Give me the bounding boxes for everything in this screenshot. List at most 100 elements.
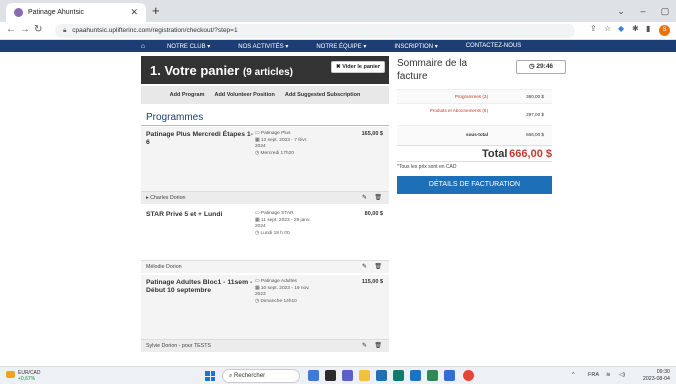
app-icon-edge[interactable] [393, 370, 404, 381]
clock-icon: ◷ [255, 230, 260, 236]
program-details: ▭ Patinage Adultes ▦ 10 sept. 2023 - 19 … [255, 279, 310, 304]
summary-label: sous-total [466, 132, 488, 137]
tray-chevron-up-icon[interactable]: ^ [572, 372, 575, 378]
forward-icon[interactable]: → [20, 24, 30, 35]
back-icon[interactable]: ← [6, 24, 16, 35]
app-icon-store[interactable] [376, 370, 387, 381]
nav-item-team[interactable]: NOTRE ÉQUIPE ▾ [316, 43, 366, 50]
billing-details-button[interactable]: DÉTAILS DE FACTURATION [397, 176, 552, 194]
summary-label[interactable]: Produits et Abonnements (6) [428, 108, 488, 115]
wifi-icon[interactable]: ≋ [606, 372, 611, 378]
bookmark-star-icon[interactable]: ☆ [604, 24, 611, 33]
minimize-icon[interactable]: – [632, 6, 654, 16]
cart-title: 1. Votre panier (9 articles) [150, 63, 293, 78]
nav-item-activities[interactable]: NOS ACTIVITÉS ▾ [238, 43, 288, 50]
total-row: Total 666,00 $ [397, 145, 552, 162]
program-price: 165,00 $ [361, 131, 383, 137]
os-taskbar: EUR/CAD +0,67% ⌕ Rechercher ^ FRA ≋ ◁) 0… [0, 366, 676, 384]
total-label: Total [482, 148, 508, 160]
chevron-down-icon: ▾ [363, 43, 367, 50]
profile-avatar[interactable]: S [659, 25, 670, 36]
tab-search-icon[interactable]: ⌄ [610, 6, 632, 17]
empty-cart-button[interactable]: ✖ Vider le panier [331, 61, 385, 73]
edit-icon[interactable]: ✎ [362, 261, 367, 274]
app-icon-explorer[interactable] [359, 370, 370, 381]
app-icon-teams[interactable] [342, 370, 353, 381]
ticker-widget[interactable]: EUR/CAD +0,67% [6, 370, 41, 382]
cart-header: 1. Votre panier (9 articles) ✖ Vider le … [141, 56, 389, 84]
share-icon[interactable]: ⇪ [590, 24, 597, 33]
nav-item-club[interactable]: NOTRE CLUB ▾ [167, 43, 210, 50]
ticker-icon [6, 371, 15, 378]
trash-icon[interactable]: 🗑︎ [374, 192, 382, 205]
participant-row: Sylvie Dorion - pour TESTS ✎ 🗑︎ [141, 339, 389, 352]
tag-icon: ▭ [255, 211, 260, 216]
summary-row: Produits et Abonnements (6) 297,00 $ [397, 103, 552, 125]
summary-label[interactable]: Programmes (3) [455, 94, 488, 101]
chevron-down-icon: ▾ [434, 43, 438, 50]
chevron-down-icon: ▾ [207, 43, 211, 50]
expand-caret-icon[interactable]: ▸ [146, 195, 149, 201]
cart-actions: Add Program Add Volunteer Position Add S… [141, 86, 389, 104]
trash-icon[interactable]: 🗑︎ [374, 340, 382, 353]
program-item: Patinage Plus Mercredi Étapes 1-6 ▭ Pati… [141, 127, 389, 205]
summary-value: 360,00 $ [526, 94, 544, 99]
program-item: Patinage Adultes Bloc1 - 11sem - Début 1… [141, 275, 389, 355]
nav-item-contact[interactable]: CONTACTEZ-NOUS [466, 43, 522, 49]
lock-icon: 🔒︎ [63, 27, 67, 34]
maximize-icon[interactable]: ▢ [654, 6, 676, 17]
edit-icon[interactable]: ✎ [362, 340, 367, 353]
extensions-puzzle-icon[interactable]: ✱ [632, 24, 639, 33]
windows-start-icon[interactable] [205, 371, 215, 381]
new-tab-button[interactable]: + [152, 3, 160, 18]
summary-value: 297,00 $ [526, 112, 544, 117]
sidepanel-icon[interactable]: ▮ [646, 24, 650, 33]
participant-name: Mélodie Dorion [146, 264, 182, 270]
program-item: STAR Privé 5 et + Lundi ▭ Patinage STAR … [141, 207, 389, 273]
language-indicator[interactable]: FRA [588, 372, 599, 378]
program-name: Patinage Adultes Bloc1 - 11sem - Début 1… [146, 279, 253, 294]
volume-icon[interactable]: ◁) [619, 372, 625, 378]
add-volunteer-button[interactable]: Add Volunteer Position [210, 88, 279, 102]
program-details: ▭ Patinage STAR ▦ 11 sept. 2023 - 29 jan… [255, 211, 311, 236]
clock-icon: ◷ [528, 63, 535, 70]
program-price: 80,00 $ [364, 211, 383, 217]
close-icon: ✖ [336, 64, 341, 70]
participant-name: Charles Dorion [150, 195, 186, 201]
summary-row: Programmes (3) 360,00 $ [397, 89, 552, 103]
add-subscription-button[interactable]: Add Suggested Subscription [280, 88, 365, 102]
close-tab-icon[interactable]: ✕ [130, 7, 138, 18]
cart-count: (9 articles) [242, 67, 293, 78]
url-field[interactable]: 🔒︎ cpaahuntsic.uplifterinc.com/registrat… [55, 24, 575, 38]
extension-icon[interactable]: ◆ [618, 24, 624, 33]
tag-icon: ▭ [255, 279, 260, 284]
site-nav: ⌂ NOTRE CLUB ▾ NOS ACTIVITÉS ▾ NOTRE ÉQU… [0, 40, 676, 52]
browser-tab[interactable]: Patinage Ahuntsic ✕ [6, 3, 146, 22]
app-icon-outlook[interactable] [410, 370, 421, 381]
app-icon-widgets[interactable] [308, 370, 319, 381]
participant-row: ▸ Charles Dorion ✎ 🗑︎ [141, 191, 389, 204]
summary-row: sous-total 666,00 $ [397, 125, 552, 145]
reload-icon[interactable]: ↻ [34, 24, 42, 35]
summary-table: Programmes (3) 360,00 $ Produits et Abon… [397, 89, 552, 145]
summary-value: 666,00 $ [526, 132, 544, 137]
chevron-down-icon: ▾ [285, 43, 289, 50]
taskbar-search[interactable]: ⌕ Rechercher [222, 369, 300, 383]
calendar-icon: ▦ [255, 217, 260, 223]
app-icon-chrome[interactable] [463, 370, 474, 381]
program-name: STAR Privé 5 et + Lundi [146, 211, 223, 218]
add-program-button[interactable]: Add Program [165, 88, 209, 102]
search-icon: ⌕ [229, 373, 233, 379]
tax-note: *Tous les prix sont en CAD [397, 164, 457, 170]
nav-item-registration[interactable]: INSCRIPTION ▾ [394, 43, 437, 50]
home-icon[interactable]: ⌂ [141, 43, 145, 50]
total-value: 666,00 $ [509, 148, 552, 160]
clock-icon: ◷ [255, 150, 260, 156]
app-icon-word[interactable] [444, 370, 455, 381]
app-icon-taskview[interactable] [325, 370, 336, 381]
edit-icon[interactable]: ✎ [362, 192, 367, 205]
app-icon-excel[interactable] [427, 370, 438, 381]
trash-icon[interactable]: 🗑︎ [374, 261, 382, 274]
clock[interactable]: 09:30 2023-08-04 [643, 369, 670, 382]
calendar-icon: ▦ [255, 285, 260, 291]
